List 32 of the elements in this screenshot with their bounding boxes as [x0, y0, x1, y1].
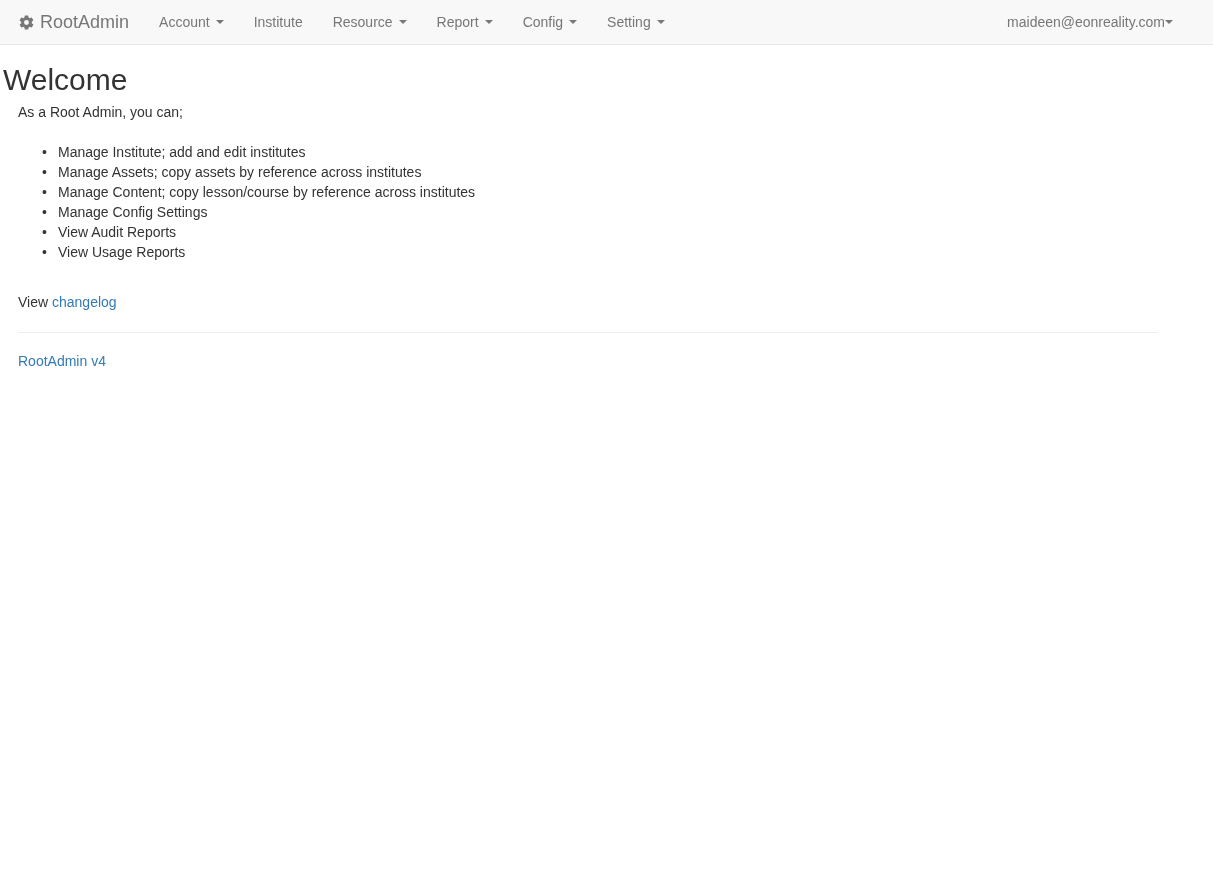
caret-icon	[484, 20, 493, 24]
caret-icon	[398, 20, 407, 24]
caret-icon	[656, 20, 665, 24]
brand-link[interactable]: RootAdmin	[18, 11, 130, 33]
nav-menu-item[interactable]: Report	[421, 0, 508, 44]
nav-menu-item[interactable]: Setting	[592, 0, 680, 44]
changelog-link[interactable]: changelog	[52, 294, 117, 310]
ability-item: Manage Assets; copy assets by reference across institutes	[58, 163, 422, 182]
nav-menu-item[interactable]: Institute	[238, 0, 318, 44]
bullet: •	[42, 243, 48, 262]
caret-icon	[569, 20, 578, 24]
ability-item: Manage Config Settings	[58, 203, 208, 222]
nav-menu-item[interactable]: Account	[144, 0, 239, 44]
bullet: •	[42, 163, 48, 182]
nav-menu-item[interactable]: Config	[507, 0, 593, 44]
intro-text: As a Root Admin, you can;	[18, 103, 184, 122]
view-text: View	[18, 294, 49, 310]
nav-menu-item[interactable]: Resource	[317, 0, 422, 44]
ability-item: Manage Institute; add and edit institutes	[58, 143, 306, 162]
ability-item: View Audit Reports	[58, 223, 177, 242]
bullet: •	[42, 143, 48, 162]
settings-icon	[18, 13, 35, 31]
ability-item: Manage Content; copy lesson/course by reference across institutes	[58, 183, 476, 202]
caret-icon	[215, 20, 224, 24]
caret-icon	[1165, 20, 1173, 24]
ability-item: View Usage Reports	[58, 243, 186, 262]
user-menu[interactable]: maideen@eonreality.com	[1007, 0, 1173, 44]
bullet: •	[42, 183, 48, 202]
page-heading: Welcome	[3, 63, 129, 96]
bullet: •	[42, 223, 48, 242]
bullet: •	[42, 203, 48, 222]
version-link[interactable]: RootAdmin v4	[18, 353, 106, 369]
